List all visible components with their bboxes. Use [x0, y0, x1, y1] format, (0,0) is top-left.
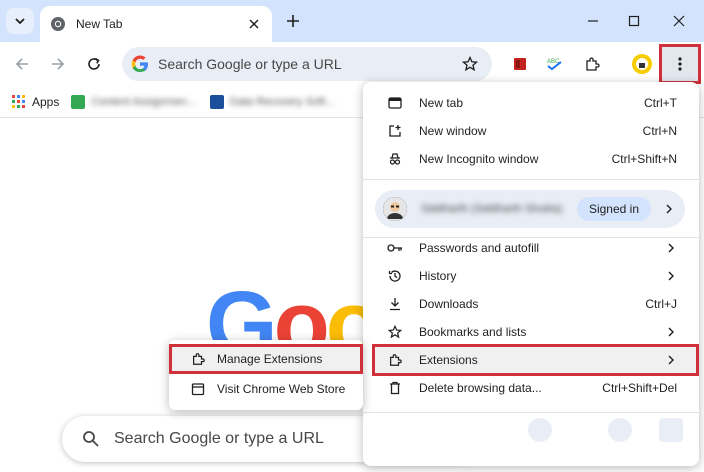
- profile-avatar: [383, 197, 407, 221]
- extensions-puzzle-icon: [387, 352, 403, 368]
- forward-button[interactable]: [44, 50, 72, 78]
- bookmark-apps-label: Apps: [32, 94, 60, 109]
- menu-item-delete-browsing-data[interactable]: Delete browsing data... Ctrl+Shift+Del: [363, 374, 699, 402]
- menu-divider: [363, 179, 699, 180]
- minimize-button[interactable]: [576, 8, 610, 34]
- bookmark-label: Data Recovery Soft...: [229, 95, 335, 108]
- profile-name: Siddharth (Siddharth Shukla): [421, 203, 563, 215]
- web-store-icon: [191, 382, 205, 396]
- bookmark-label: Content Assignmen...: [91, 95, 196, 108]
- tab-new-tab[interactable]: New Tab: [40, 6, 272, 42]
- apps-grid-icon: [12, 94, 25, 108]
- chevron-down-icon: [15, 18, 25, 25]
- signed-in-badge: Signed in: [576, 197, 651, 221]
- chrome-icon: [50, 16, 66, 32]
- close-tab-icon[interactable]: [246, 16, 262, 32]
- star-icon: [387, 324, 403, 340]
- toolbar: ABC: [0, 42, 704, 86]
- address-input[interactable]: [158, 56, 460, 72]
- key-icon: [387, 240, 403, 256]
- menu-item-new-tab[interactable]: New tab Ctrl+T: [363, 89, 699, 117]
- menu-item-passwords[interactable]: Passwords and autofill: [363, 234, 699, 262]
- menu-item-extensions[interactable]: Extensions: [363, 346, 699, 374]
- maximize-icon: [628, 15, 640, 27]
- chevron-right-icon: [665, 354, 677, 366]
- chrome-menu-button[interactable]: [659, 44, 701, 84]
- incognito-icon: [387, 151, 403, 167]
- bookmark-item[interactable]: Content Assignmen...: [71, 94, 196, 109]
- minimize-icon: [588, 20, 598, 22]
- menu-item-new-incognito[interactable]: New Incognito window Ctrl+Shift+N: [363, 145, 699, 173]
- address-bar[interactable]: [122, 47, 492, 81]
- tab-title: New Tab: [76, 17, 123, 31]
- search-icon: [83, 431, 99, 447]
- new-tab-icon: [387, 95, 403, 111]
- submenu-item-label: Visit Chrome Web Store: [217, 382, 346, 396]
- bookmark-star-icon[interactable]: [460, 54, 480, 74]
- extension-red-icon[interactable]: [508, 52, 532, 76]
- submenu-item-manage-extensions[interactable]: Manage Extensions: [169, 345, 363, 373]
- bookmark-apps[interactable]: Apps: [12, 94, 60, 109]
- bookmark-favicon-icon: [209, 94, 224, 109]
- extensions-submenu: Manage Extensions Visit Chrome Web Store: [169, 340, 363, 410]
- google-g-icon: [130, 54, 150, 74]
- menu-item-history[interactable]: History: [363, 262, 699, 290]
- history-icon: [387, 268, 403, 284]
- tab-strip: New Tab: [0, 0, 704, 42]
- submenu-item-label: Manage Extensions: [217, 352, 323, 366]
- reload-icon: [88, 57, 100, 70]
- extensions-puzzle-icon: [191, 352, 205, 366]
- close-window-button[interactable]: [662, 8, 696, 34]
- trash-icon: [387, 380, 403, 396]
- close-icon: [673, 15, 685, 27]
- menu-divider: [363, 412, 699, 413]
- chevron-right-icon: [665, 242, 677, 254]
- menu-item-new-window[interactable]: New window Ctrl+N: [363, 117, 699, 145]
- more-vert-icon: [678, 57, 682, 71]
- zoom-in-button[interactable]: [608, 418, 632, 442]
- menu-item-bookmarks[interactable]: Bookmarks and lists: [363, 318, 699, 346]
- zoom-row: [363, 418, 699, 466]
- extension-grammar-icon[interactable]: ABC: [543, 52, 567, 76]
- submenu-item-web-store[interactable]: Visit Chrome Web Store: [169, 375, 363, 403]
- extensions-puzzle-icon[interactable]: [580, 52, 604, 76]
- bookmark-item[interactable]: Data Recovery Soft...: [209, 94, 335, 109]
- reload-button[interactable]: [80, 50, 108, 78]
- chrome-menu: New tab Ctrl+T New window Ctrl+N New Inc…: [363, 82, 699, 466]
- back-button[interactable]: [8, 50, 36, 78]
- bookmark-favicon-icon: [71, 94, 86, 109]
- profile-row[interactable]: Siddharth (Siddharth Shukla) Signed in: [375, 190, 685, 228]
- maximize-button[interactable]: [617, 8, 651, 34]
- chevron-right-icon: [665, 326, 677, 338]
- download-icon: [387, 296, 403, 312]
- zoom-out-button[interactable]: [528, 418, 552, 442]
- back-arrow-icon: [15, 58, 28, 70]
- tab-search-button[interactable]: [6, 8, 34, 34]
- new-tab-button[interactable]: [282, 10, 304, 32]
- menu-item-downloads[interactable]: Downloads Ctrl+J: [363, 290, 699, 318]
- fullscreen-button[interactable]: [659, 418, 683, 442]
- plus-icon: [287, 15, 299, 27]
- chevron-right-icon: [666, 204, 672, 214]
- new-window-icon: [387, 123, 403, 139]
- forward-arrow-icon: [52, 58, 65, 70]
- profile-avatar-icon[interactable]: [630, 52, 654, 76]
- chevron-right-icon: [665, 270, 677, 282]
